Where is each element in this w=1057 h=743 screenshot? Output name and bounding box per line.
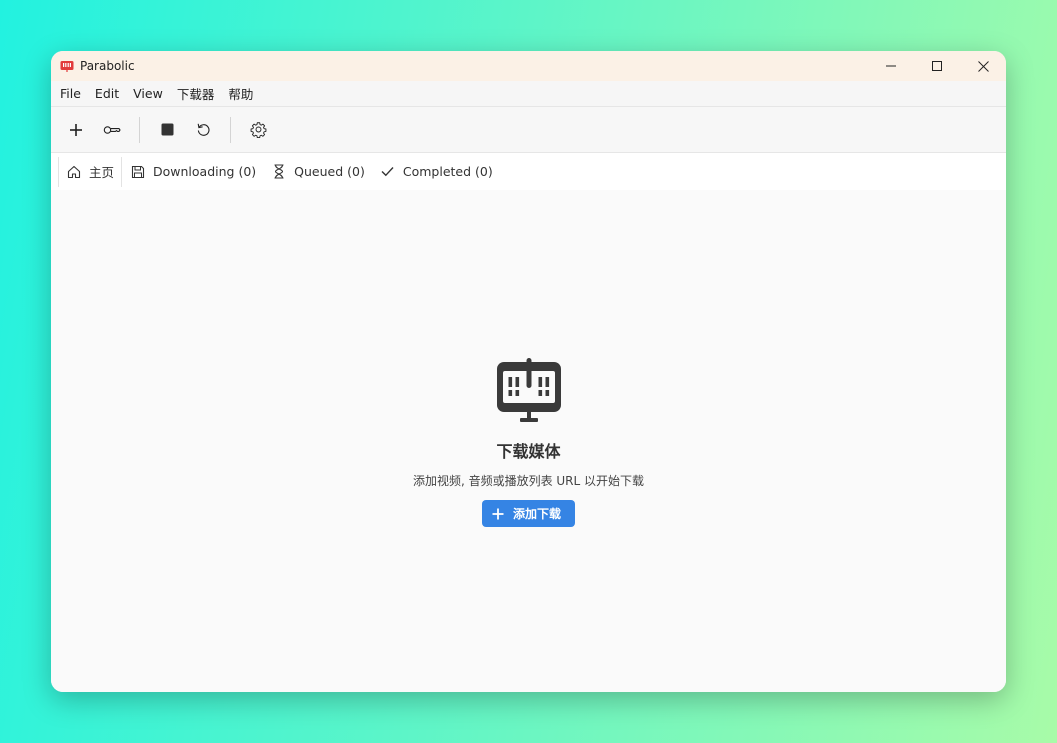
app-logo-icon: [60, 59, 74, 73]
tab-downloading[interactable]: Downloading (0): [123, 157, 263, 187]
home-icon: [66, 164, 82, 180]
empty-state-title: 下载媒体: [496, 442, 561, 461]
add-download-toolbar-button[interactable]: [64, 118, 88, 142]
maximize-icon: [932, 61, 942, 71]
hourglass-icon: [271, 164, 287, 180]
tab-completed-label: Completed (0): [402, 164, 493, 179]
parabolic-logo-icon: [496, 358, 562, 428]
key-icon: [103, 125, 121, 134]
toolbar-separator: [139, 116, 140, 143]
tab-home[interactable]: 主页: [58, 156, 123, 187]
minimize-icon: [886, 65, 896, 67]
tab-downloading-label: Downloading (0): [153, 164, 257, 179]
menu-help[interactable]: 帮助: [222, 84, 259, 103]
tab-home-label: 主页: [89, 165, 115, 180]
window-title: Parabolic: [80, 59, 135, 73]
toolbar-separator: [230, 116, 231, 143]
empty-state: 下载媒体 添加视频, 音频或播放列表 URL 以开始下载 添加下载: [51, 358, 1006, 527]
menu-file[interactable]: File: [54, 86, 87, 101]
tab-queued-label: Queued (0): [294, 164, 365, 179]
undo-icon: [197, 123, 209, 136]
menu-downloader[interactable]: 下载器: [171, 84, 221, 103]
stop-icon: [161, 123, 173, 136]
menu-bar: File Edit View 下载器 帮助: [51, 81, 1006, 107]
menu-view[interactable]: View: [127, 86, 169, 101]
window-controls: [868, 51, 1006, 81]
home-page: 下载媒体 添加视频, 音频或播放列表 URL 以开始下载 添加下载: [51, 190, 1006, 692]
gear-icon: [250, 122, 266, 138]
retry-button[interactable]: [191, 118, 215, 142]
minimize-button[interactable]: [868, 51, 914, 81]
app-window: Parabolic File Edit View 下载器 帮助 主页 Downl…: [51, 51, 1006, 692]
toolbar: [51, 107, 1006, 153]
save-icon: [130, 164, 146, 180]
tab-completed[interactable]: Completed (0): [373, 157, 500, 187]
close-button[interactable]: [960, 51, 1006, 81]
maximize-button[interactable]: [914, 51, 960, 81]
stop-all-button[interactable]: [155, 118, 179, 142]
plus-icon: [492, 508, 504, 520]
empty-state-description: 添加视频, 音频或播放列表 URL 以开始下载: [412, 474, 645, 488]
plus-icon: [70, 123, 82, 136]
add-download-button-label: 添加下载: [512, 507, 561, 521]
tab-queued[interactable]: Queued (0): [264, 157, 372, 187]
keyring-button[interactable]: [100, 118, 124, 142]
menu-edit[interactable]: Edit: [89, 86, 125, 101]
checkmark-icon: [380, 164, 396, 180]
tab-bar: 主页 Downloading (0) Queued (0) Completed …: [51, 153, 1006, 190]
add-download-button[interactable]: 添加下载: [481, 500, 575, 527]
title-bar[interactable]: Parabolic: [51, 51, 1006, 81]
settings-button[interactable]: [246, 118, 270, 142]
close-icon: [977, 60, 989, 72]
